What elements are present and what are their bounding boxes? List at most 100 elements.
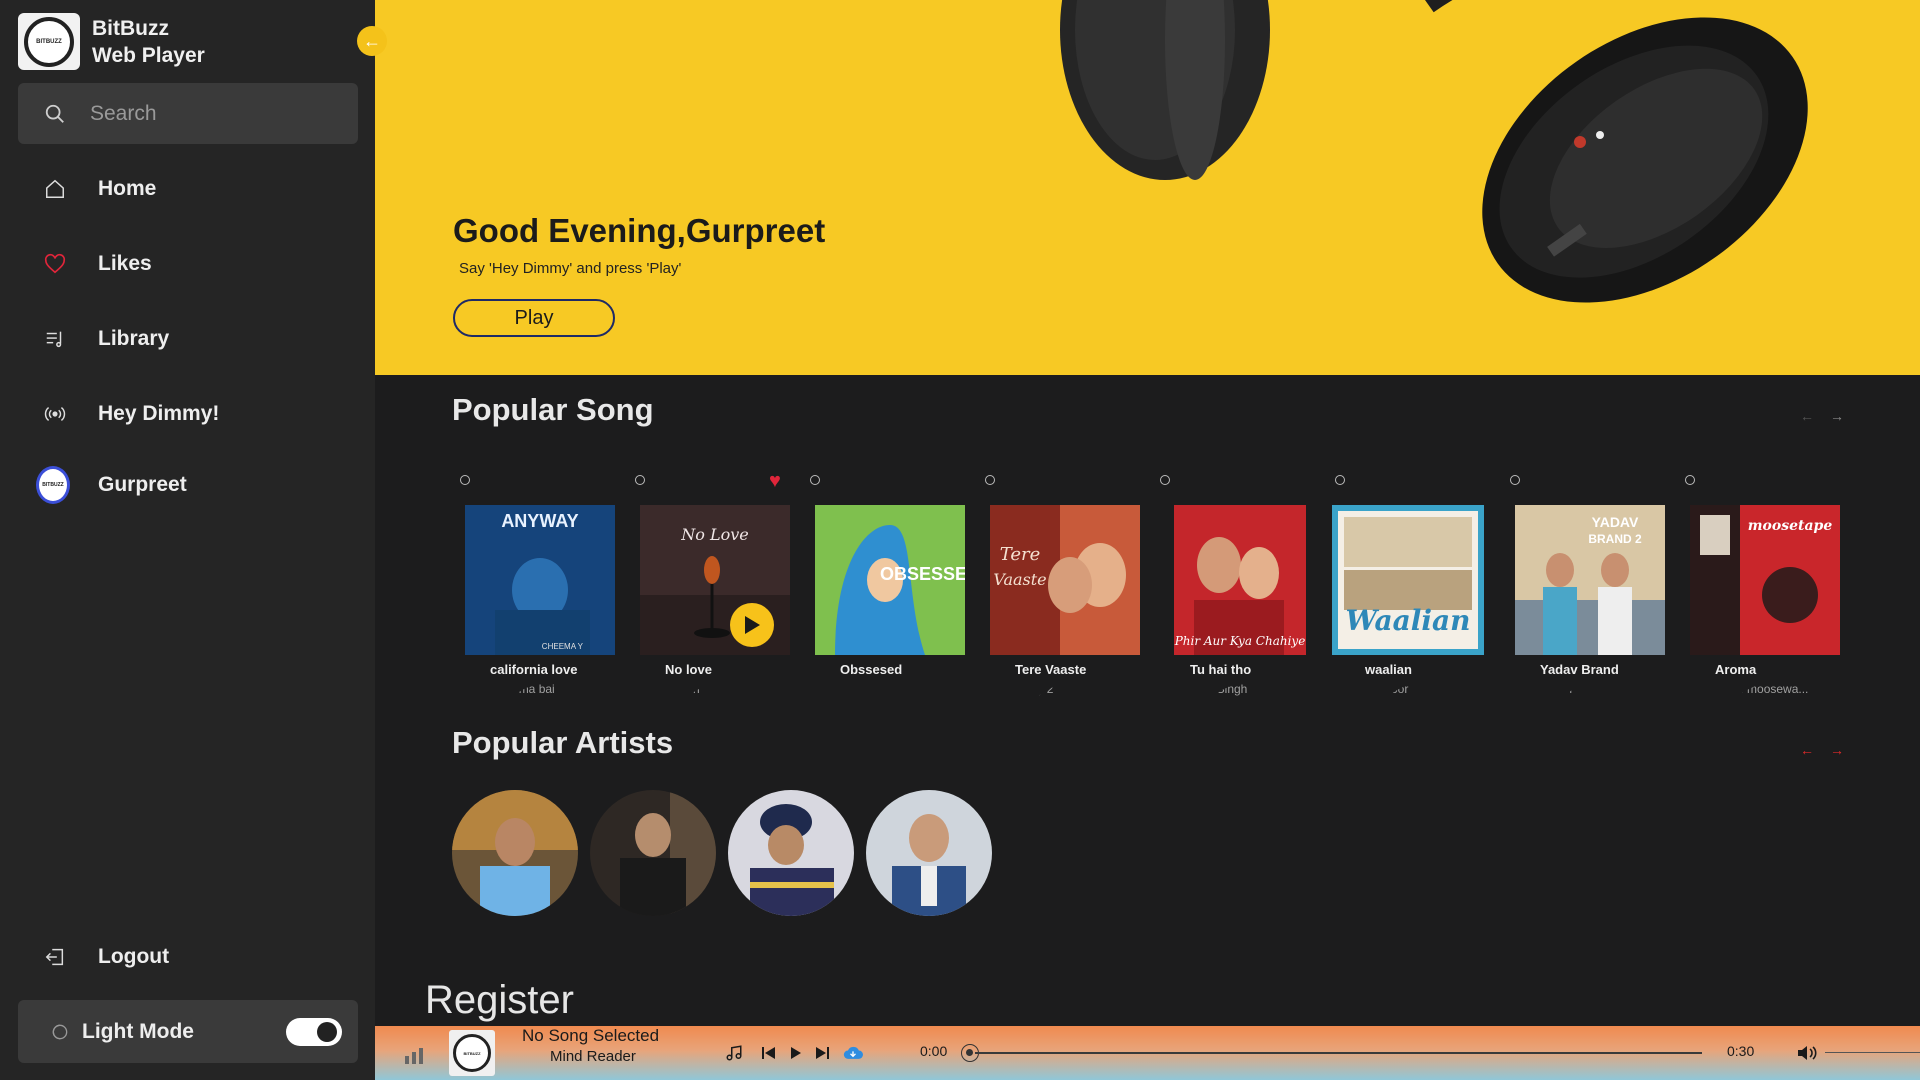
- greeting-title: Good Evening,Gurpreet: [453, 212, 826, 249]
- artist-avatar[interactable]: [590, 790, 716, 916]
- next-track-button[interactable]: [815, 1043, 829, 1063]
- song-cover[interactable]: YADAV BRAND 2: [1515, 505, 1665, 655]
- sidebar-item-label: Gurpreet: [98, 473, 187, 496]
- volume-slider[interactable]: [1825, 1052, 1920, 1053]
- player-bar: BITBUZZ No Song Selected Mind Reader 0:0…: [375, 1026, 1920, 1080]
- song-title: No love: [665, 662, 712, 677]
- svg-text:No Love: No Love: [680, 525, 748, 544]
- now-playing-title: No Song Selected: [522, 1026, 660, 1045]
- sidebar-item-likes[interactable]: Likes: [40, 249, 152, 279]
- song-select-radio[interactable]: [810, 475, 820, 485]
- song-cover[interactable]: Phir Aur Kya Chahiye: [1174, 505, 1306, 655]
- popular-songs-list: ANYWAY CHEEMA Y california love Cheema ba…: [460, 470, 1920, 710]
- sidebar-item-hey-dimmy[interactable]: Hey Dimmy!: [40, 399, 219, 429]
- popular-artists-list: [452, 790, 992, 916]
- svg-text:BRAND 2: BRAND 2: [1588, 532, 1642, 546]
- prev-arrow-icon[interactable]: ←: [1800, 408, 1814, 424]
- next-arrow-icon[interactable]: →: [1830, 742, 1844, 758]
- light-mode-toggle[interactable]: Light Mode: [18, 1000, 358, 1063]
- headphones-illustration: [1060, 0, 1808, 303]
- brand[interactable]: BITBUZZ BitBuzz Web Player: [18, 13, 205, 70]
- logout-button[interactable]: Logout: [40, 942, 169, 972]
- song-select-radio[interactable]: [1160, 475, 1170, 485]
- now-playing-artist: Mind Reader: [550, 1048, 636, 1065]
- brand-title: BitBuzz Web Player: [92, 15, 205, 69]
- search-box[interactable]: [18, 83, 358, 144]
- svg-text:ANYWAY: ANYWAY: [501, 511, 578, 531]
- volume-icon[interactable]: [1797, 1043, 1817, 1063]
- song-artist: Arijit Singh: [1190, 682, 1248, 696]
- svg-text:CHEEMA Y: CHEEMA Y: [542, 642, 584, 651]
- music-note-icon[interactable]: [725, 1043, 743, 1063]
- svg-text:YADAV: YADAV: [1592, 514, 1639, 530]
- song-artist: Elvish: [1540, 682, 1573, 696]
- sidebar-item-label: Likes: [98, 252, 152, 275]
- song-artist: Vicky 2: [1015, 682, 1054, 696]
- popular-artists-title: Popular Artists: [452, 725, 674, 760]
- song-cover[interactable]: Tere Vaaste: [990, 505, 1140, 655]
- collapse-sidebar-button[interactable]: ←: [357, 26, 387, 56]
- artist-avatar[interactable]: [866, 790, 992, 916]
- song-title: california love: [490, 662, 578, 677]
- song-cover[interactable]: ANYWAY CHEEMA Y: [465, 505, 615, 655]
- svg-text:Waalian: Waalian: [1345, 604, 1470, 637]
- sidebar-item-label: Home: [98, 177, 157, 200]
- sidebar-item-library[interactable]: Library: [40, 324, 169, 354]
- song-select-radio[interactable]: [1335, 475, 1345, 485]
- seek-bar[interactable]: [975, 1052, 1702, 1054]
- svg-text:Phir Aur Kya Chahiye: Phir Aur Kya Chahiye: [1174, 634, 1305, 648]
- sidebar-item-home[interactable]: Home: [40, 174, 156, 204]
- artist-avatar[interactable]: [728, 790, 854, 916]
- song-artist: Harnoor: [1365, 682, 1409, 696]
- song-select-radio[interactable]: [460, 475, 470, 485]
- song-cover[interactable]: Waalian: [1332, 505, 1484, 655]
- heart-icon: [40, 249, 70, 279]
- switch-knob: [317, 1022, 337, 1042]
- moon-icon: [52, 1024, 68, 1039]
- song-select-radio[interactable]: [635, 475, 645, 485]
- song-cover[interactable]: moosetape: [1690, 505, 1840, 655]
- sidebar-item-label: Library: [98, 327, 170, 350]
- current-time: 0:00: [920, 1043, 948, 1059]
- song-title: waalian: [1365, 662, 1412, 677]
- home-icon: [40, 174, 70, 204]
- hero-play-button[interactable]: Play: [453, 299, 615, 337]
- download-cloud-icon[interactable]: [843, 1043, 863, 1063]
- mode-switch[interactable]: [286, 1018, 342, 1046]
- svg-text:Tere: Tere: [1000, 544, 1041, 565]
- sidebar: BITBUZZ BitBuzz Web Player Home Likes Li…: [0, 0, 375, 1080]
- song-cover[interactable]: OBSESSED: [815, 505, 965, 655]
- brand-logo: BITBUZZ: [18, 13, 80, 70]
- prev-arrow-icon[interactable]: ←: [1800, 742, 1814, 758]
- equalizer-icon: [405, 1048, 423, 1064]
- hero-banner: Good Evening,Gurpreet Say 'Hey Dimmy' an…: [375, 0, 1920, 375]
- song-title: Aroma: [1715, 662, 1757, 677]
- avatar-wrapper: BITBUZZ: [36, 466, 70, 504]
- song-title: Tu hai tho: [1190, 662, 1252, 677]
- song-select-radio[interactable]: [985, 475, 995, 485]
- logout-label: Logout: [98, 945, 170, 968]
- playlist-icon: [40, 324, 70, 354]
- previous-track-button[interactable]: [762, 1043, 776, 1063]
- brand-title-line1: BitBuzz: [92, 16, 169, 40]
- sidebar-item-label: Hey Dimmy!: [98, 402, 220, 425]
- song-select-radio[interactable]: [1510, 475, 1520, 485]
- light-mode-label: Light Mode: [82, 1019, 194, 1043]
- popular-artists-nav: ← →: [1800, 742, 1844, 758]
- song-play-button[interactable]: [730, 603, 774, 647]
- play-button[interactable]: [790, 1043, 802, 1063]
- search-icon: [45, 104, 64, 123]
- song-select-radio[interactable]: [1685, 475, 1695, 485]
- popular-songs-title: Popular Song: [452, 392, 654, 427]
- total-time: 0:30: [1727, 1043, 1755, 1059]
- greeting-subtitle: Say 'Hey Dimmy' and press 'Play': [459, 260, 682, 277]
- artist-avatar[interactable]: [452, 790, 578, 916]
- logout-icon: [40, 942, 70, 972]
- next-arrow-icon[interactable]: →: [1830, 408, 1844, 424]
- sidebar-item-profile[interactable]: BITBUZZ Gurpreet: [36, 466, 187, 504]
- liked-heart-icon[interactable]: ♥: [769, 470, 781, 493]
- app-root: BITBUZZ BitBuzz Web Player Home Likes Li…: [0, 0, 1920, 1080]
- song-title: Obssesed: [840, 662, 903, 677]
- broadcast-icon: [40, 399, 70, 429]
- search-input[interactable]: [90, 101, 330, 126]
